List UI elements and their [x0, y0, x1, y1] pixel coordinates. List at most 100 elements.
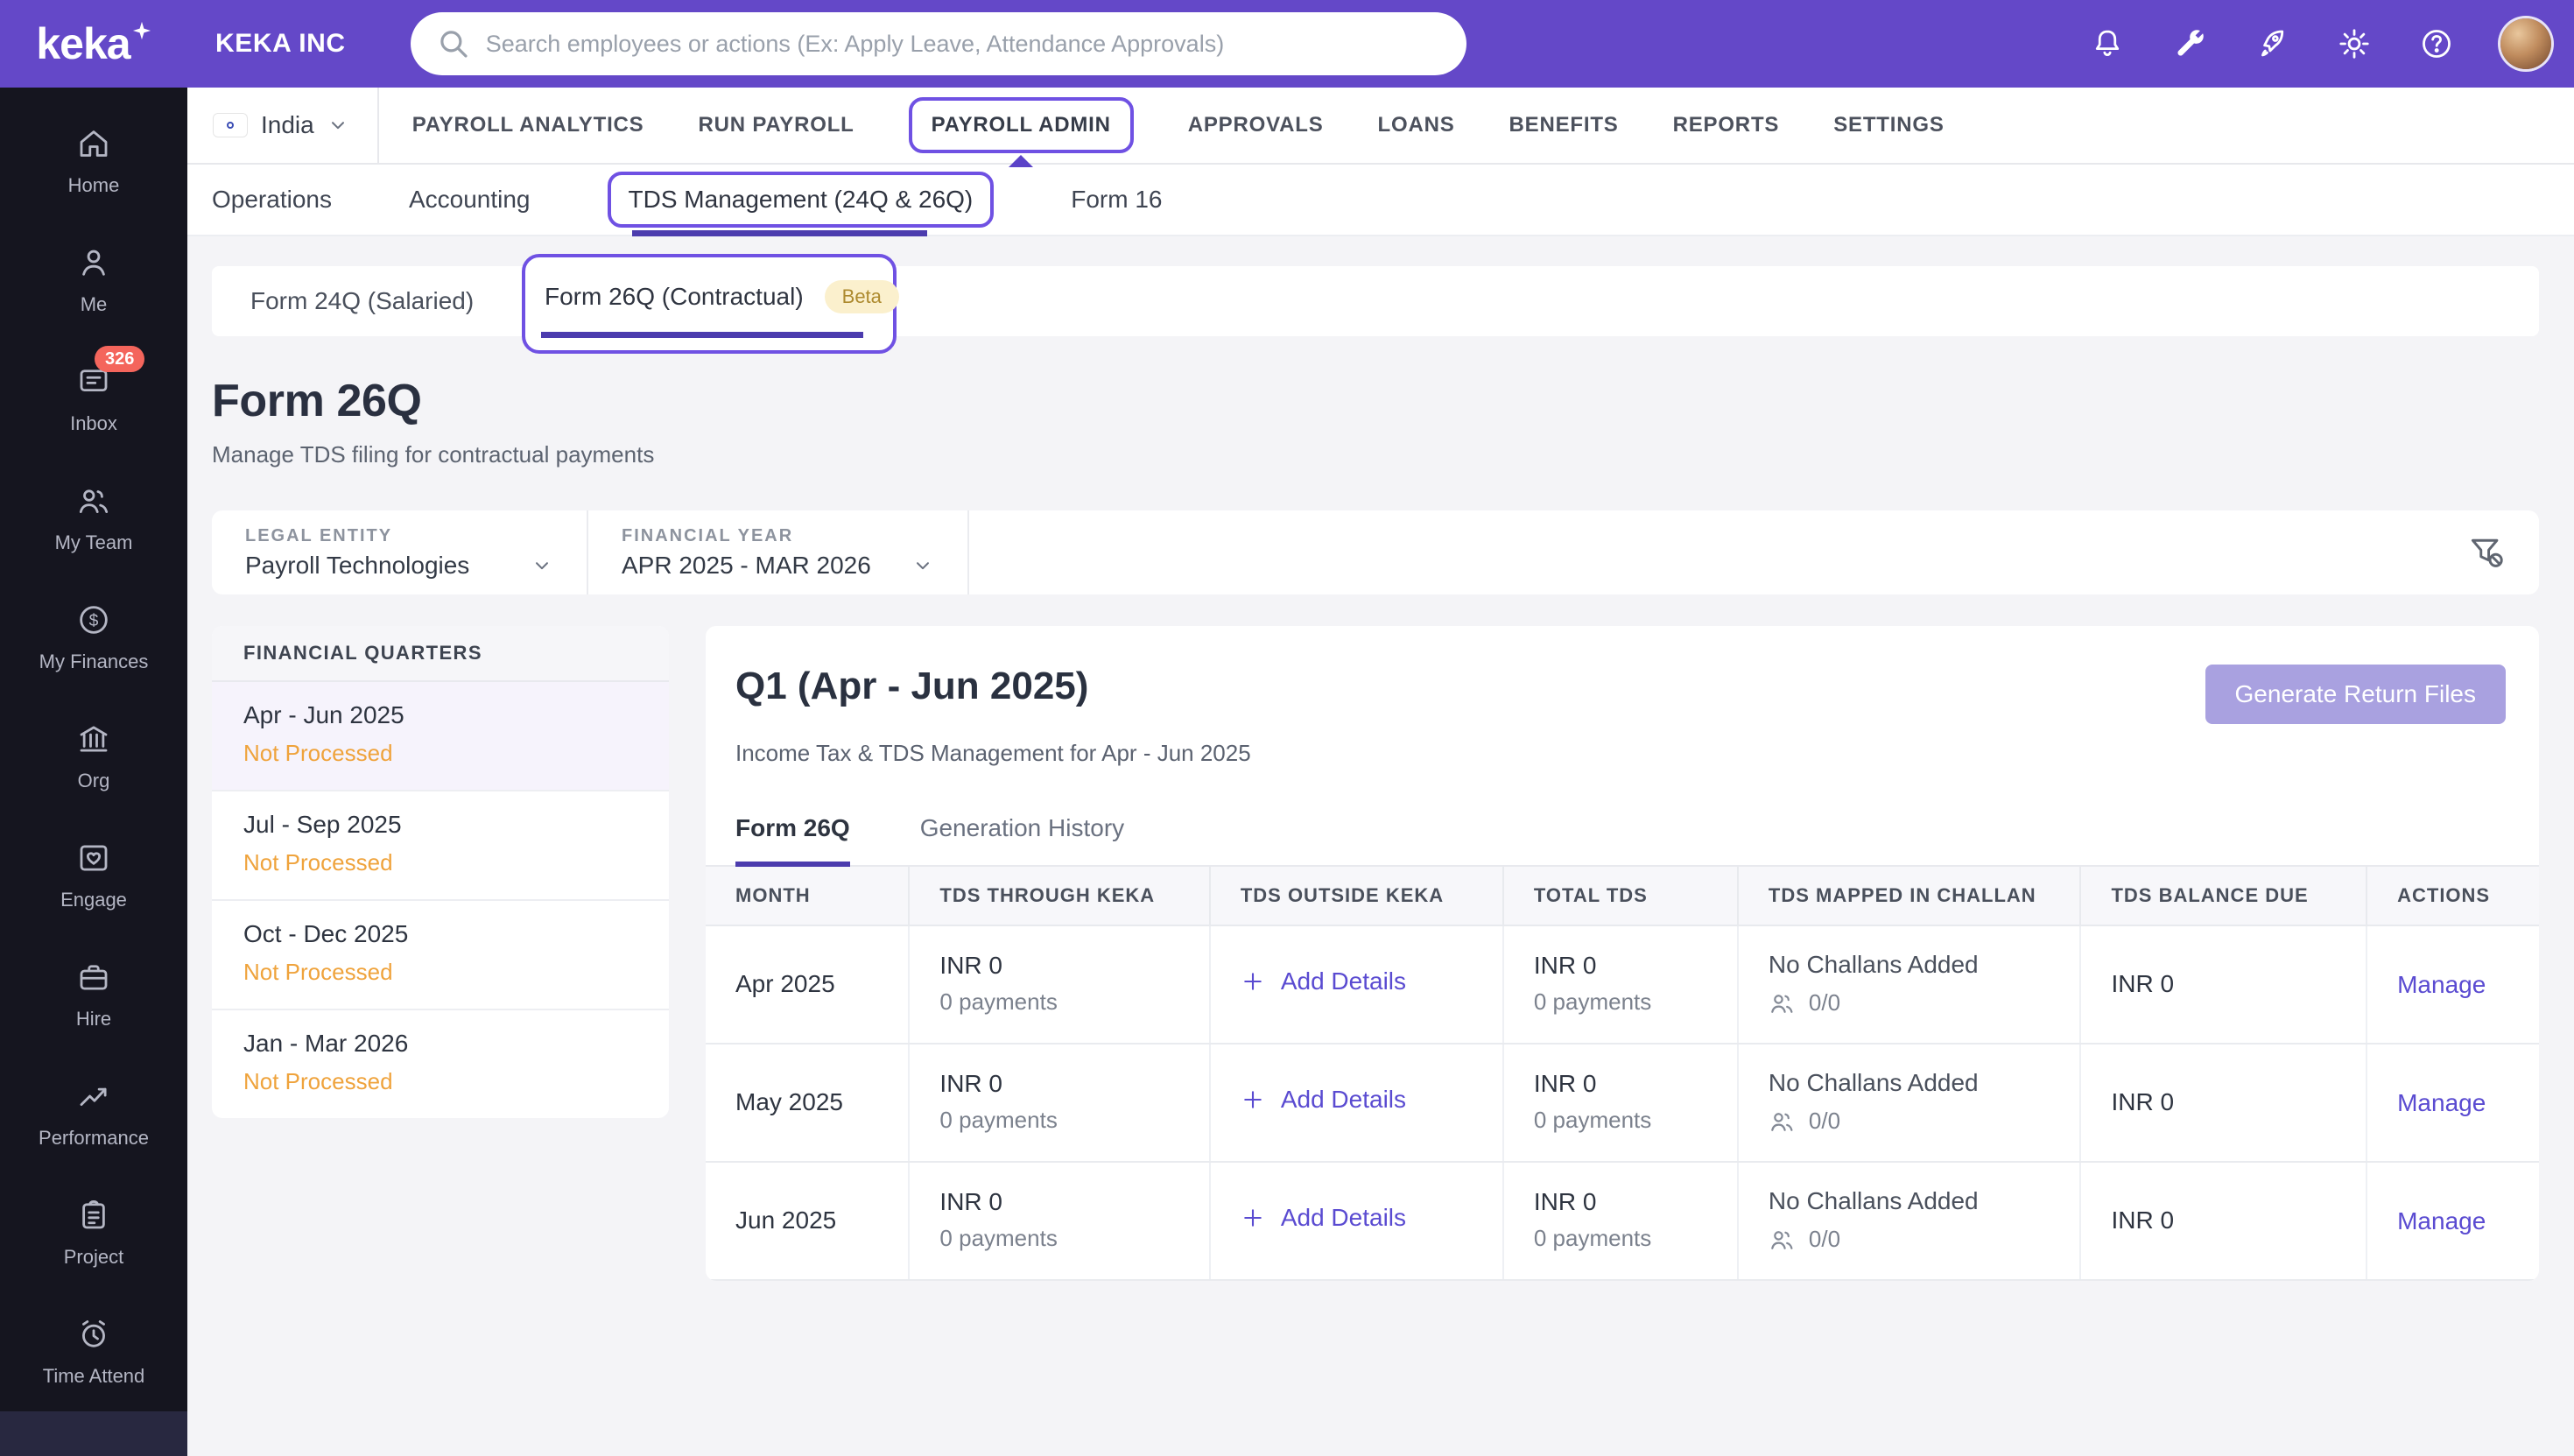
user-avatar[interactable] — [2500, 18, 2551, 69]
sidebar-item-label: My Team — [54, 531, 133, 553]
financial-year-value: APR 2025 - MAR 2026 — [622, 551, 871, 579]
nav-item-reports[interactable]: REPORTS — [1673, 113, 1780, 137]
quarter-status: Not Processed — [243, 740, 393, 766]
global-search — [410, 12, 1466, 75]
subnav-item-operations[interactable]: Operations — [212, 186, 332, 214]
people-icon — [1771, 1112, 1793, 1131]
sidebar-item-engage[interactable]: Engage — [0, 816, 187, 935]
plus-icon — [1244, 1208, 1262, 1227]
subnav-item-accounting[interactable]: Accounting — [409, 186, 531, 214]
add-details-label: Add Details — [1280, 967, 1407, 995]
add-details-label: Add Details — [1280, 1203, 1407, 1231]
sidebar-item-label: Engage — [60, 889, 127, 911]
table-row-may-2025: May 2025 INR 0 0 payments Add Details IN… — [706, 1044, 2539, 1163]
subnav-item-form-16[interactable]: Form 16 — [1071, 186, 1162, 214]
tab-form-24q[interactable]: Form 24Q (Salaried) — [212, 287, 523, 315]
total-tds-amount: INR 0 — [1533, 1070, 1597, 1097]
nav-item-payroll-admin[interactable]: PAYROLL ADMIN — [908, 97, 1134, 167]
add-details-button[interactable]: Add Details — [1241, 1086, 1406, 1114]
legal-entity-dropdown[interactable]: LEGAL ENTITY Payroll Technologies — [212, 510, 588, 594]
tab-generation-history[interactable]: Generation History — [920, 814, 1124, 865]
country-selector[interactable]: India — [187, 88, 379, 163]
search-input[interactable] — [485, 30, 1442, 58]
quarter-item-oct-dec-2025[interactable]: Oct - Dec 2025 Not Processed — [212, 901, 669, 1010]
total-tds-amount: INR 0 — [1533, 952, 1597, 979]
sidebar-item-label: Inbox — [70, 412, 117, 434]
legal-entity-value: Payroll Technologies — [245, 551, 470, 579]
active-tab-underline — [541, 332, 863, 338]
nav-item-label: PAYROLL ADMIN — [931, 113, 1111, 137]
nav-item-payroll-analytics[interactable]: PAYROLL ANALYTICS — [412, 113, 644, 137]
add-details-button[interactable]: Add Details — [1241, 1204, 1406, 1232]
total-tds-payments: 0 payments — [1533, 988, 1652, 1015]
svg-text:$: $ — [89, 612, 99, 630]
engage-icon — [75, 840, 112, 876]
financial-year-dropdown[interactable]: FINANCIAL YEAR APR 2025 - MAR 2026 — [588, 510, 969, 594]
people-icon — [1771, 1230, 1793, 1249]
manage-link[interactable]: Manage — [2397, 1207, 2486, 1235]
nav-item-settings[interactable]: SETTINGS — [1833, 113, 1944, 137]
quarter-detail-card: Q1 (Apr - Jun 2025) Generate Return File… — [706, 626, 2539, 1281]
col-header-actions: ACTIONS — [2367, 867, 2539, 926]
month-cell: Jun 2025 — [706, 1162, 911, 1281]
month-cell: May 2025 — [706, 1044, 911, 1163]
hire-icon — [75, 959, 112, 995]
sidebar-item-time-attend[interactable]: Time Attend — [0, 1292, 187, 1411]
sidebar-item-label: My Finances — [39, 651, 149, 672]
sidebar-item-home[interactable]: Home — [0, 102, 187, 221]
tds-through-keka-payments: 0 payments — [939, 988, 1058, 1015]
quarter-status: Not Processed — [243, 849, 393, 876]
sidebar-item-org[interactable]: Org — [0, 697, 187, 816]
total-tds-amount: INR 0 — [1533, 1188, 1597, 1215]
quarter-range: Jul - Sep 2025 — [243, 811, 402, 838]
col-header-tds-mapped-in-challan: TDS MAPPED IN CHALLAN — [1737, 867, 2082, 926]
nav-item-loans[interactable]: LOANS — [1378, 113, 1455, 137]
table-row-jun-2025: Jun 2025 INR 0 0 payments Add Details IN… — [706, 1162, 2539, 1281]
sidebar-item-inbox[interactable]: 326 Inbox — [0, 340, 187, 459]
tds-through-keka-amount: INR 0 — [939, 952, 1002, 979]
nav-items: PAYROLL ANALYTICS RUN PAYROLL PAYROLL AD… — [412, 97, 1945, 167]
sidebar-item-label: Performance — [39, 1127, 149, 1149]
rocket-icon[interactable] — [2254, 25, 2290, 62]
chevron-down-icon — [331, 122, 344, 130]
tools-icon[interactable] — [2171, 25, 2208, 62]
sidebar-item-performance[interactable]: Performance — [0, 1054, 187, 1173]
nav-item-benefits[interactable]: BENEFITS — [1509, 113, 1619, 137]
sidebar-item-project[interactable]: Project — [0, 1173, 187, 1292]
challan-status: No Challans Added — [1768, 951, 1979, 978]
generate-return-files-button[interactable]: Generate Return Files — [2205, 665, 2506, 724]
sidebar-item-hire[interactable]: Hire — [0, 935, 187, 1054]
clear-filters-button[interactable] — [2467, 533, 2539, 572]
gear-icon[interactable] — [2336, 25, 2373, 62]
quarter-item-apr-jun-2025[interactable]: Apr - Jun 2025 Not Processed — [212, 682, 669, 791]
filter-clear-icon — [2471, 538, 2503, 567]
nav-item-run-payroll[interactable]: RUN PAYROLL — [698, 113, 854, 137]
sidebar-item-me[interactable]: Me — [0, 221, 187, 340]
sidebar-item-payroll[interactable] — [0, 1411, 187, 1456]
sidebar: Home Me 326 Inbox My Team $ My Finances … — [0, 88, 187, 1456]
tab-form-26q-detail[interactable]: Form 26Q — [735, 814, 851, 867]
bell-icon[interactable] — [2089, 25, 2126, 62]
nav-item-approvals[interactable]: APPROVALS — [1188, 113, 1324, 137]
quarter-detail-tabs: Form 26Q Generation History — [706, 814, 2539, 867]
plus-icon — [1244, 972, 1262, 990]
tds-balance-due: INR 0 — [2080, 925, 2368, 1045]
quarter-panels: FINANCIAL QUARTERS Apr - Jun 2025 Not Pr… — [212, 626, 2539, 1281]
quarter-item-jan-mar-2026[interactable]: Jan - Mar 2026 Not Processed — [212, 1010, 669, 1118]
quarter-item-jul-sep-2025[interactable]: Jul - Sep 2025 Not Processed — [212, 791, 669, 901]
subnav-item-tds-management[interactable]: TDS Management (24Q & 26Q) — [607, 172, 995, 236]
add-details-button[interactable]: Add Details — [1241, 967, 1406, 995]
sidebar-item-my-finances[interactable]: $ My Finances — [0, 578, 187, 697]
add-details-label: Add Details — [1280, 1085, 1407, 1113]
tab-form-26q[interactable]: Form 26Q (Contractual) Beta — [522, 254, 899, 354]
manage-link[interactable]: Manage — [2397, 1089, 2486, 1117]
keka-logo[interactable]: keka — [0, 19, 187, 68]
help-icon[interactable] — [2418, 25, 2455, 62]
tds-balance-due: INR 0 — [2080, 1162, 2368, 1281]
sidebar-item-my-team[interactable]: My Team — [0, 459, 187, 578]
manage-link[interactable]: Manage — [2397, 971, 2486, 999]
quarter-title: Q1 (Apr - Jun 2025) — [735, 665, 1089, 707]
tds-content: Form 24Q (Salaried) Form 26Q (Contractua… — [187, 236, 2574, 1456]
sidebar-item-label: Time Attend — [42, 1365, 145, 1387]
challan-mapped-count: 0/0 — [1808, 1108, 1841, 1134]
